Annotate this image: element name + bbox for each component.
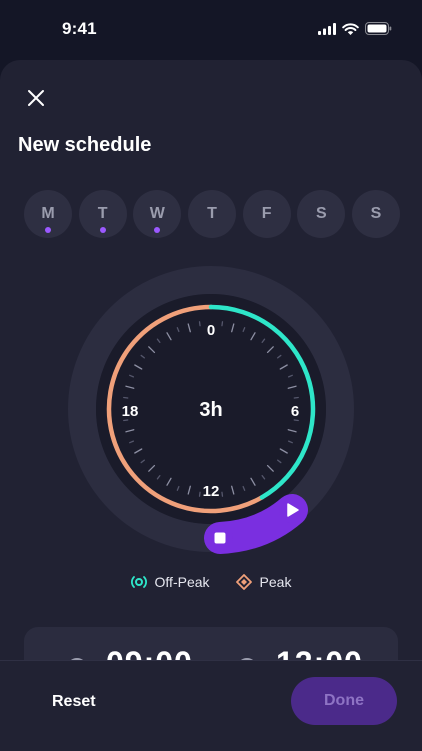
day-button-tuesday[interactable]: T <box>78 190 127 238</box>
peak-icon <box>235 574 252 590</box>
day-label: F <box>261 205 272 222</box>
start-handle[interactable] <box>207 525 233 551</box>
day-label: M <box>41 205 55 222</box>
day-button-saturday[interactable]: S <box>297 190 346 238</box>
duration-label: 3h <box>199 399 222 421</box>
dial-tick <box>123 419 129 422</box>
legend: Off-Peak Peak <box>0 574 422 590</box>
day-label: S <box>315 205 327 222</box>
dial-tick <box>123 396 129 399</box>
page-title: New schedule <box>18 134 152 156</box>
dial-tick <box>221 491 224 497</box>
legend-peak-label: Peak <box>259 574 292 590</box>
day-label: W <box>149 205 165 222</box>
day-selector: M T W T F S S <box>24 190 400 238</box>
selected-dot <box>154 227 161 233</box>
dial-tick <box>293 396 299 399</box>
battery-icon <box>365 22 392 35</box>
end-handle[interactable] <box>279 497 305 523</box>
hour-label-6: 6 <box>291 403 299 420</box>
day-button-monday[interactable]: M <box>24 190 72 238</box>
selected-dot <box>99 227 106 233</box>
schedule-sheet: New schedule M T W T F S S 0 6 12 18 3h <box>0 60 422 750</box>
legend-peak: Peak <box>235 574 292 590</box>
legend-offpeak-label: Off-Peak <box>154 574 210 590</box>
hour-label-12: 12 <box>203 483 220 500</box>
reset-button[interactable]: Reset <box>52 693 96 711</box>
day-label: S <box>370 205 382 222</box>
day-button-wednesday[interactable]: W <box>133 190 182 238</box>
day-label: T <box>97 205 108 222</box>
wifi-icon <box>342 22 359 35</box>
schedule-dial[interactable]: 0 6 12 18 3h <box>66 264 356 564</box>
legend-offpeak: Off-Peak <box>130 574 210 590</box>
day-button-thursday[interactable]: T <box>187 190 236 238</box>
status-icons <box>318 22 392 35</box>
done-button[interactable]: Done <box>291 677 397 725</box>
dial-tick <box>198 491 201 497</box>
day-label: T <box>207 205 217 222</box>
hour-label-18: 18 <box>122 403 139 420</box>
day-button-sunday[interactable]: S <box>351 190 400 238</box>
day-button-friday[interactable]: F <box>242 190 291 238</box>
dial-tick <box>293 419 299 422</box>
footer-bar: Reset Done <box>0 660 422 751</box>
status-bar: 9:41 <box>0 0 422 60</box>
status-time: 9:41 <box>62 19 97 38</box>
close-icon <box>28 90 44 106</box>
signal-icon <box>318 22 336 35</box>
stop-icon <box>214 532 226 544</box>
dial-tick <box>221 321 224 327</box>
close-button[interactable] <box>22 84 50 112</box>
dial-tick <box>198 321 201 327</box>
hour-label-0: 0 <box>207 322 215 339</box>
selected-dot <box>45 227 51 233</box>
offpeak-icon <box>130 576 147 588</box>
